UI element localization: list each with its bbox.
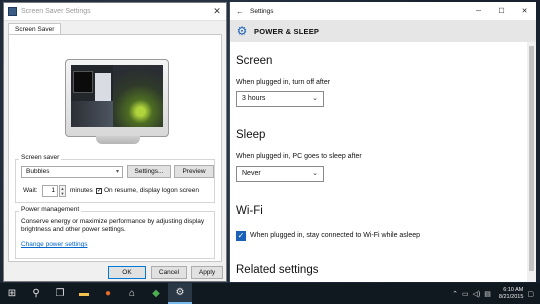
monitor-preview bbox=[65, 59, 169, 144]
dialog-footer: OK Cancel Apply bbox=[4, 264, 226, 282]
preview-button[interactable]: Preview bbox=[174, 165, 214, 178]
system-tray: ⌃ ▭ ◁) ▤ 6:10 AM 8/21/2015 ▢ bbox=[452, 287, 540, 301]
sleep-timeout-value: Never bbox=[242, 170, 261, 177]
search-icon[interactable]: ⚲ bbox=[24, 283, 48, 304]
screensaver-dialog: Screen Saver Settings ✕ Screen Saver Scr… bbox=[3, 2, 227, 282]
close-icon[interactable]: ✕ bbox=[208, 3, 226, 21]
sleep-timeout-select[interactable]: Never ⌄ bbox=[236, 166, 324, 182]
settings-window: ← Settings ─ ☐ ✕ ⚙ POWER & SLEEP Screen … bbox=[229, 2, 536, 282]
settings-titlebar[interactable]: ← Settings ─ ☐ ✕ bbox=[230, 2, 536, 20]
settings-title: Settings bbox=[250, 7, 274, 15]
settings-button[interactable]: Settings... bbox=[127, 165, 171, 178]
change-power-settings-link[interactable]: Change power settings bbox=[21, 241, 88, 248]
page-title: POWER & SLEEP bbox=[254, 26, 320, 36]
file-explorer-icon[interactable]: ▬ bbox=[72, 283, 96, 304]
sleep-timeout-label: When plugged in, PC goes to sleep after bbox=[236, 153, 362, 160]
taskbar: ⊞ ⚲ ❐ ▬ ● ⌂ ◆ ⚙ ⌃ ▭ ◁) ▤ 6:10 AM 8/21/20… bbox=[0, 283, 540, 304]
sleep-section-title: Sleep bbox=[236, 129, 266, 141]
resume-logon-label: On resume, display logon screen bbox=[104, 187, 200, 194]
wifi-asleep-label: When plugged in, stay connected to Wi-Fi… bbox=[250, 232, 421, 239]
screensaver-title: Screen Saver Settings bbox=[21, 8, 91, 15]
gear-icon: ⚙ bbox=[236, 24, 248, 38]
resume-logon-checkbox[interactable]: ✓ bbox=[96, 188, 102, 194]
clock[interactable]: 6:10 AM 8/21/2015 bbox=[499, 287, 523, 301]
preview-screen bbox=[71, 65, 163, 127]
settings-content: Screen When plugged in, turn off after 3… bbox=[230, 42, 527, 282]
screen-timeout-value: 3 hours bbox=[242, 95, 266, 102]
wifi-section-title: Wi-Fi bbox=[236, 205, 263, 217]
screensaver-tab-page: Screen saver Bubbles ▾ Settings... Previ… bbox=[8, 34, 222, 262]
volume-icon[interactable]: ◁) bbox=[473, 290, 481, 298]
clock-date: 8/21/2015 bbox=[498, 293, 524, 300]
firefox-icon[interactable]: ● bbox=[96, 283, 120, 304]
minutes-label: minutes bbox=[70, 187, 93, 194]
notifications-icon[interactable]: ▢ bbox=[527, 290, 534, 298]
screen-timeout-label: When plugged in, turn off after bbox=[236, 79, 331, 86]
cancel-button[interactable]: Cancel bbox=[151, 266, 187, 279]
apply-button[interactable]: Apply bbox=[191, 266, 223, 279]
power-description: Conserve energy or maximize performance … bbox=[21, 218, 205, 233]
task-view-icon[interactable]: ❐ bbox=[48, 283, 72, 304]
windows-start-icon[interactable]: ⊞ bbox=[0, 283, 24, 304]
store-icon[interactable]: ⌂ bbox=[120, 283, 144, 304]
chevron-up-icon[interactable]: ⌃ bbox=[452, 290, 458, 298]
screen-timeout-select[interactable]: 3 hours ⌄ bbox=[236, 91, 324, 107]
close-icon[interactable]: ✕ bbox=[513, 7, 536, 15]
screen-section-title: Screen bbox=[236, 55, 273, 67]
ok-button[interactable]: OK bbox=[108, 266, 146, 279]
settings-header: ⚙ POWER & SLEEP bbox=[230, 20, 536, 42]
network-icon[interactable]: ▭ bbox=[462, 290, 469, 298]
clock-time: 6:10 AM bbox=[503, 286, 524, 293]
chevron-down-icon: ⌄ bbox=[312, 95, 318, 102]
wait-label: Wait: bbox=[23, 187, 38, 194]
screensaver-group-label: Screen saver bbox=[19, 154, 62, 161]
screensaver-select-value: Bubbles bbox=[26, 168, 50, 175]
screensaver-select[interactable]: Bubbles ▾ bbox=[21, 166, 123, 178]
settings-taskbar-icon[interactable]: ⚙ bbox=[168, 283, 192, 304]
screensaver-titlebar[interactable]: Screen Saver Settings ✕ bbox=[4, 3, 226, 21]
back-arrow-icon[interactable]: ← bbox=[230, 7, 250, 16]
power-group-label: Power management bbox=[19, 206, 82, 213]
wifi-asleep-checkbox[interactable]: ✓ bbox=[236, 231, 246, 241]
maximize-icon[interactable]: ☐ bbox=[490, 7, 513, 15]
related-settings-title: Related settings bbox=[236, 264, 319, 276]
wait-spinner[interactable]: ▲ ▼ bbox=[59, 185, 66, 197]
settings-scrollbar[interactable] bbox=[527, 42, 536, 282]
network-app-icon[interactable]: ◆ bbox=[144, 283, 168, 304]
screensaver-app-icon bbox=[8, 7, 17, 16]
wait-minutes-input[interactable]: 1 bbox=[42, 185, 58, 197]
chevron-down-icon: ⌄ bbox=[312, 170, 318, 177]
keyboard-icon[interactable]: ▤ bbox=[484, 290, 491, 298]
chevron-down-icon: ▾ bbox=[115, 169, 119, 175]
minimize-icon[interactable]: ─ bbox=[467, 8, 490, 15]
